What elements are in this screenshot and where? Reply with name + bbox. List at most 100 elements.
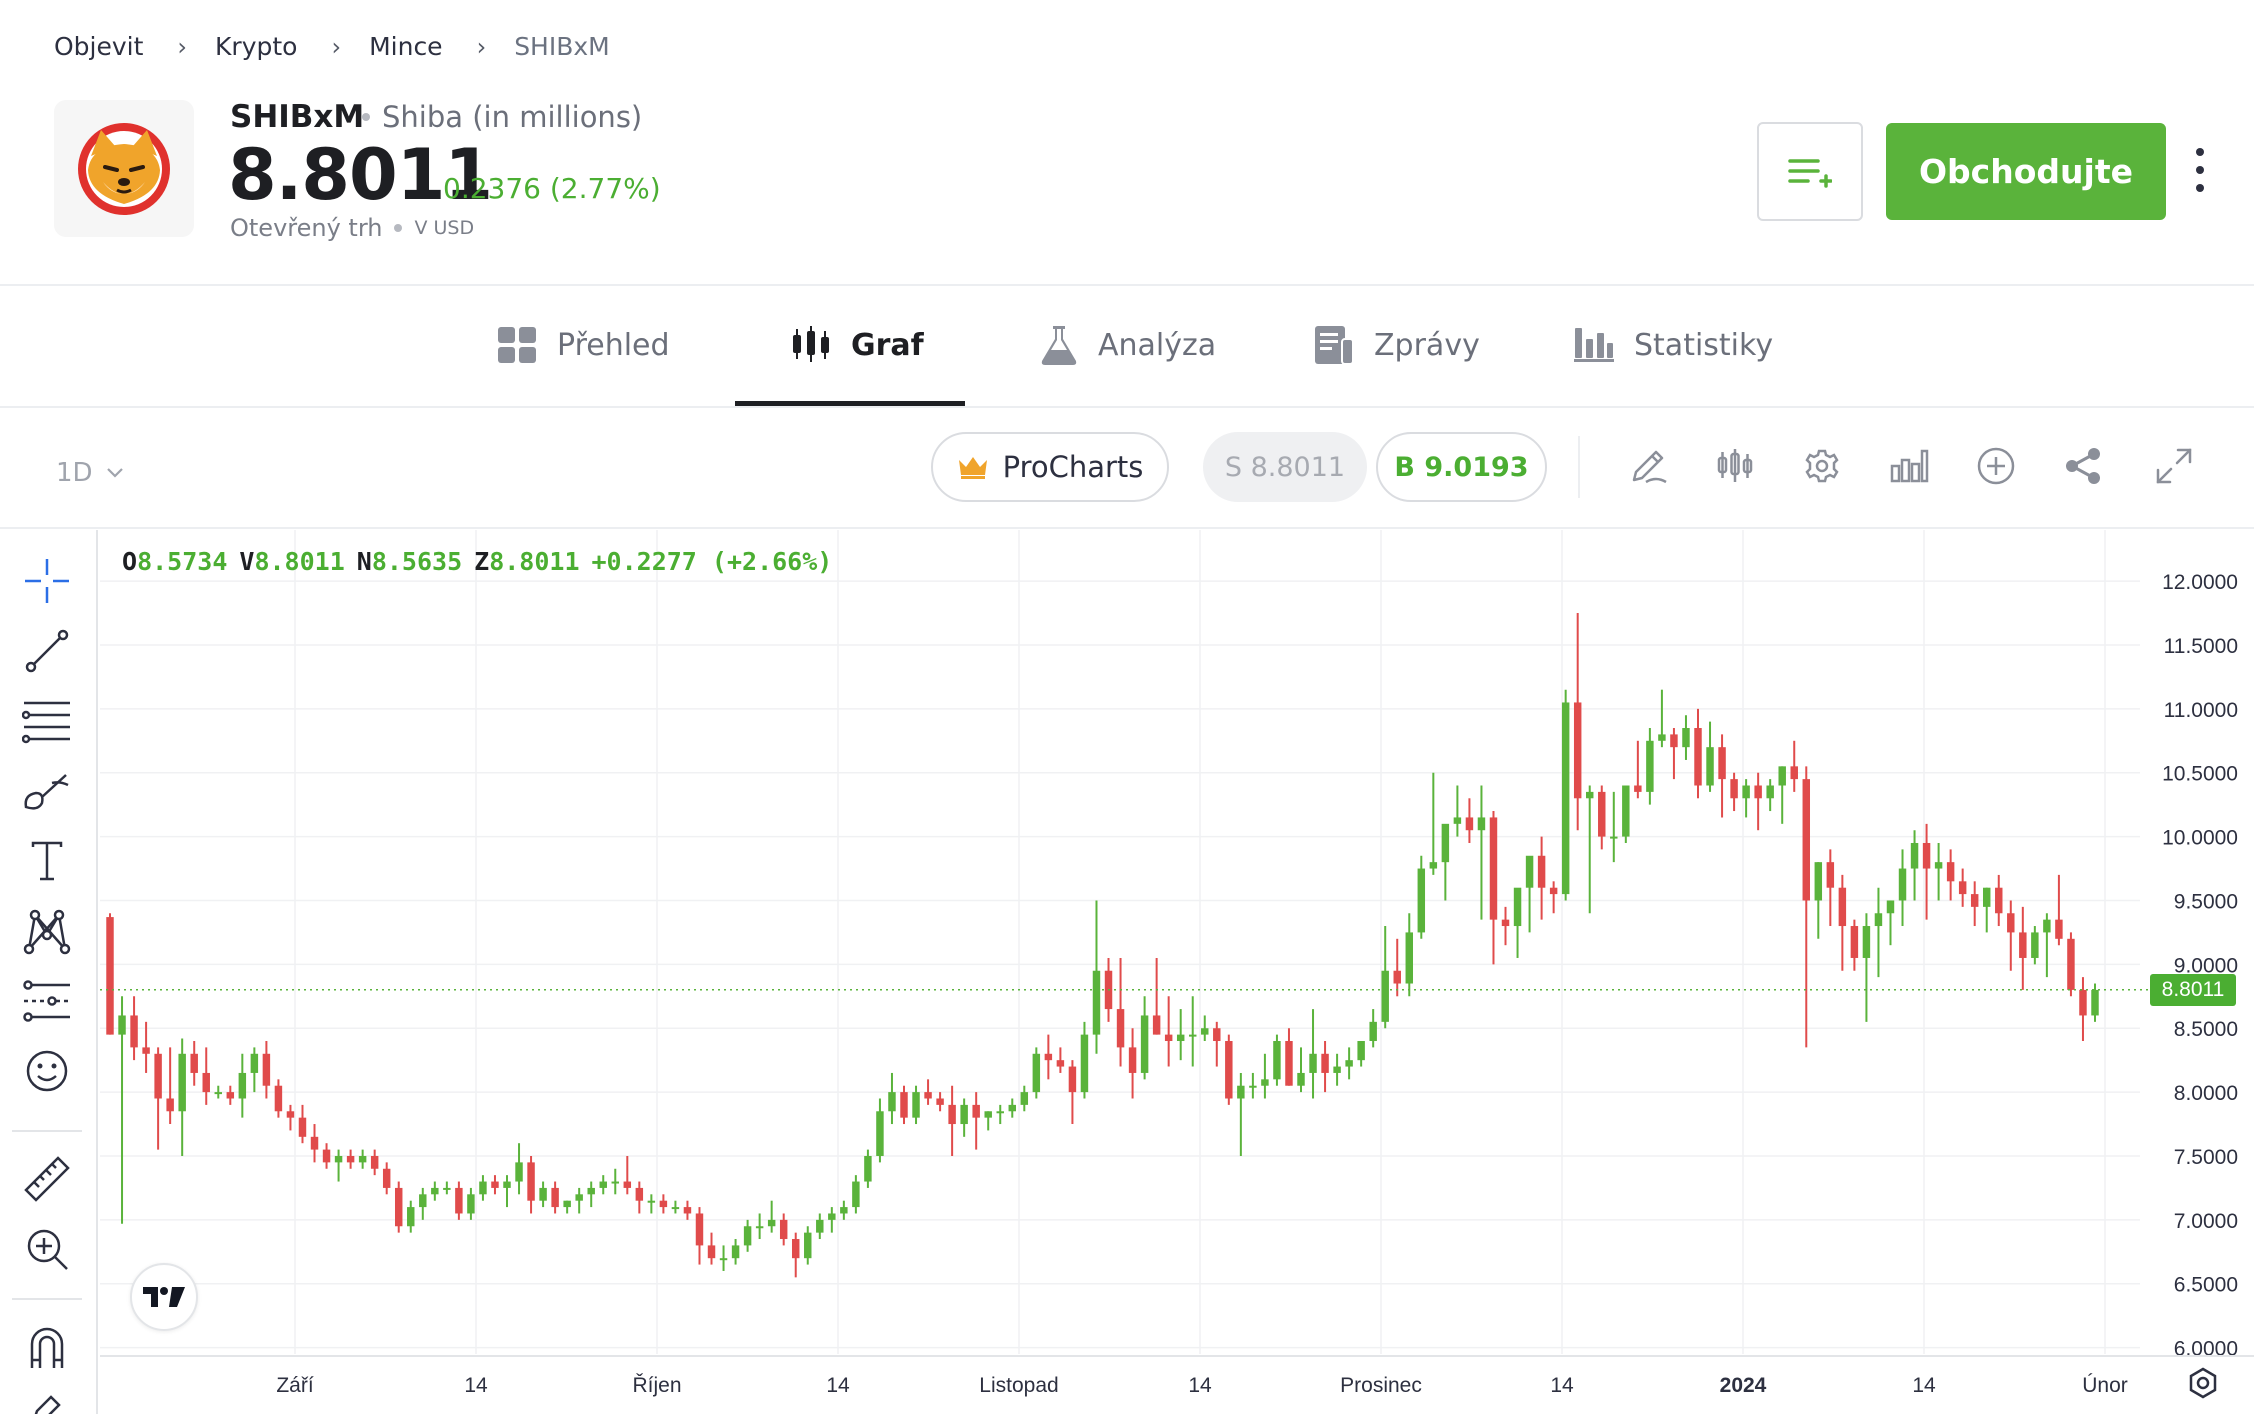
tab-label: Analýza xyxy=(1098,327,1217,363)
more-vertical-icon[interactable] xyxy=(2188,148,2212,192)
candle-body xyxy=(623,1181,632,1188)
y-tick-label: 8.5000 xyxy=(2174,1018,2238,1041)
tab-overview[interactable]: Přehled xyxy=(497,318,670,372)
interval-select[interactable]: 1D xyxy=(56,458,123,488)
candle-body xyxy=(346,1155,355,1163)
candle-body xyxy=(1682,728,1690,748)
ruler-icon[interactable] xyxy=(18,1150,76,1208)
pencil-icon[interactable] xyxy=(1622,440,1674,492)
trend-line-icon[interactable] xyxy=(18,622,76,680)
tab-statistics[interactable]: Statistiky xyxy=(1574,318,1773,372)
candle-body xyxy=(1513,887,1522,927)
divider xyxy=(12,1298,82,1300)
candle-body xyxy=(262,1053,271,1086)
breadcrumb-crypto[interactable]: Krypto xyxy=(215,32,297,61)
candle-body xyxy=(659,1200,668,1208)
breadcrumb-explore[interactable]: Objevit xyxy=(54,32,143,61)
candle-body xyxy=(1501,919,1510,927)
x-tick-label: Září xyxy=(276,1374,314,1397)
pattern-icon[interactable] xyxy=(18,902,76,960)
y-tick-label: 7.5000 xyxy=(2174,1146,2238,1169)
tradingview-logo[interactable] xyxy=(130,1263,198,1331)
flask-icon xyxy=(1041,326,1077,365)
candle-body xyxy=(1850,926,1859,958)
candle-body xyxy=(1598,791,1606,837)
candle-body xyxy=(1357,1041,1365,1061)
chevron-right-icon: › xyxy=(331,32,342,61)
fib-lines-icon[interactable] xyxy=(18,692,76,750)
indicators-icon[interactable] xyxy=(1709,440,1761,492)
candle-body xyxy=(1646,740,1654,792)
candle-body xyxy=(527,1162,535,1201)
candle-body xyxy=(1465,817,1474,831)
candle-body xyxy=(1525,855,1534,888)
candle-body xyxy=(1056,1060,1065,1067)
magnet-icon[interactable] xyxy=(18,1318,76,1376)
procharts-label: ProCharts xyxy=(1002,450,1144,484)
candle-body xyxy=(539,1187,547,1201)
zoom-in-icon[interactable] xyxy=(18,1220,76,1278)
candle-body xyxy=(238,1072,247,1099)
candle-body xyxy=(1044,1053,1053,1061)
candle-body xyxy=(960,1104,968,1125)
price-chart[interactable]: 12.0000 11.5000 11.0000 10.5000 10.0000 9.500… xyxy=(100,530,2254,1414)
brush-icon[interactable] xyxy=(18,762,76,820)
candle-body xyxy=(1970,894,1979,907)
candle-body xyxy=(190,1053,198,1073)
y-tick-label: 11.0000 xyxy=(2164,699,2238,722)
candle-body xyxy=(828,1213,836,1220)
y-tick-label: 11.5000 xyxy=(2164,635,2238,658)
candle-body xyxy=(1610,836,1618,839)
candle-body xyxy=(1622,785,1630,837)
emoji-icon[interactable] xyxy=(18,1042,76,1100)
add-to-watchlist-button[interactable] xyxy=(1757,122,1863,221)
tab-label: Statistiky xyxy=(1634,327,1774,363)
share-icon[interactable] xyxy=(2057,440,2109,492)
breadcrumb-coins[interactable]: Mince xyxy=(369,32,443,61)
text-icon[interactable] xyxy=(18,832,76,890)
crown-icon xyxy=(958,457,987,479)
pencil-lock-icon[interactable] xyxy=(18,1378,76,1414)
candle-body xyxy=(1321,1053,1329,1073)
tab-chart[interactable]: Graf xyxy=(791,318,924,372)
buy-button[interactable]: B 9.0193 xyxy=(1376,432,1547,502)
candle-body xyxy=(443,1187,451,1190)
tab-analysis[interactable]: Analýza xyxy=(1040,318,1216,372)
candle-body xyxy=(864,1155,872,1182)
candle-body xyxy=(1742,785,1750,799)
current-price-badge: 8.8011 xyxy=(2150,973,2236,1006)
candle-body xyxy=(1201,1028,1209,1035)
sell-button[interactable]: S 8.8011 xyxy=(1203,432,1367,502)
y-tick-label: 10.5000 xyxy=(2162,763,2238,786)
candle-body xyxy=(2019,932,2027,958)
candle-body xyxy=(1754,785,1762,799)
y-tick-label: 8.0000 xyxy=(2174,1082,2238,1105)
tab-news[interactable]: Zprávy xyxy=(1314,318,1480,372)
candle-body xyxy=(202,1072,210,1093)
currency-label: V USD xyxy=(414,217,475,239)
candle-body xyxy=(1946,862,1955,882)
candle-body xyxy=(1982,887,1991,907)
candle-body xyxy=(274,1085,283,1112)
chart-type-icon[interactable] xyxy=(1883,440,1935,492)
chart-settings-icon[interactable] xyxy=(2186,1366,2220,1400)
trade-button[interactable]: Obchodujte xyxy=(1886,123,2166,220)
x-tick-label: Listopad xyxy=(979,1374,1058,1397)
settings-icon[interactable] xyxy=(1796,440,1848,492)
crosshair-icon[interactable] xyxy=(18,552,76,610)
candle-body xyxy=(1658,734,1666,741)
divider xyxy=(0,527,2254,529)
divider xyxy=(12,1130,82,1132)
y-tick-label: 6.5000 xyxy=(2174,1274,2238,1297)
candle-body xyxy=(1730,779,1738,799)
candle-body xyxy=(370,1155,379,1169)
add-icon[interactable] xyxy=(1970,440,2022,492)
procharts-button[interactable]: ProCharts xyxy=(931,432,1169,502)
candle-body xyxy=(719,1258,728,1261)
open-value: 8.5734 xyxy=(137,547,228,576)
prediction-icon[interactable] xyxy=(18,972,76,1030)
candle-body xyxy=(515,1162,523,1182)
instrument-logo xyxy=(54,100,194,237)
candle-body xyxy=(1802,779,1811,901)
fullscreen-icon[interactable] xyxy=(2148,440,2200,492)
